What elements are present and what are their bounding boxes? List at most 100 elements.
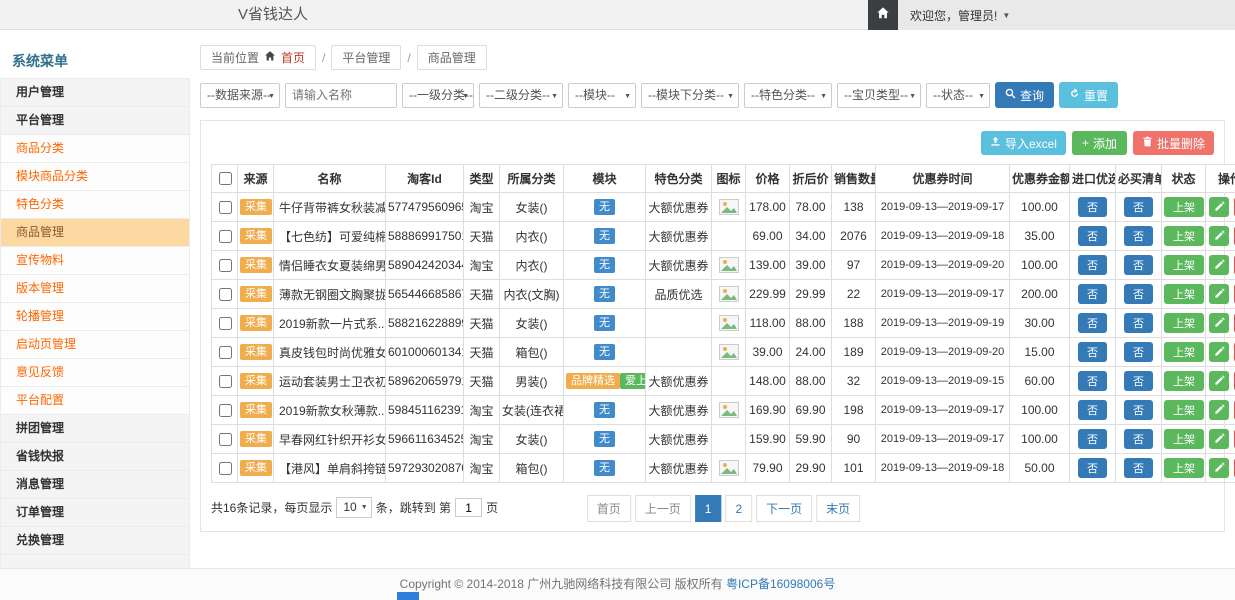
last-page-button[interactable]: 末页 [816, 495, 860, 522]
edit-button[interactable] [1209, 371, 1229, 391]
must-buy-toggle[interactable]: 否 [1124, 400, 1153, 420]
sidebar-item[interactable]: 版本管理 [0, 274, 190, 303]
sidebar-item[interactable]: 兑换管理 [0, 526, 190, 555]
edit-button[interactable] [1209, 284, 1229, 304]
status-button[interactable]: 上架 [1164, 342, 1204, 362]
filter-data-source[interactable]: --数据来源--▼ [200, 83, 280, 108]
filter-level2-category[interactable]: --二级分类--▼ [479, 83, 563, 108]
sidebar-item[interactable]: 用户管理 [0, 78, 190, 107]
status-button[interactable]: 上架 [1164, 197, 1204, 217]
row-checkbox[interactable] [219, 433, 232, 446]
main-content: 当前位置 首页 / 平台管理 / 商品管理 --数据来源--▼ --一级分类--… [200, 30, 1225, 532]
page-button-1[interactable]: 1 [695, 495, 722, 522]
search-button[interactable]: 查询 [995, 82, 1054, 108]
row-checkbox[interactable] [219, 375, 232, 388]
sidebar-item[interactable]: 拼团管理 [0, 414, 190, 443]
filter-feature-category[interactable]: --特色分类--▼ [744, 83, 832, 108]
import-excel-button[interactable]: 导入excel [981, 131, 1066, 155]
import-select-toggle[interactable]: 否 [1078, 284, 1107, 304]
must-buy-toggle[interactable]: 否 [1124, 313, 1153, 333]
sidebar-item[interactable]: 省钱快报 [0, 442, 190, 471]
sidebar-item[interactable]: 轮播管理 [0, 302, 190, 331]
sidebar-item[interactable]: 模块商品分类 [0, 162, 190, 191]
home-button[interactable] [868, 0, 898, 30]
row-checkbox[interactable] [219, 201, 232, 214]
filter-level1-category[interactable]: --一级分类--▼ [402, 83, 474, 108]
sidebar-item[interactable]: 宣传物料 [0, 246, 190, 275]
must-buy-toggle[interactable]: 否 [1124, 197, 1153, 217]
edit-button[interactable] [1209, 255, 1229, 275]
sidebar-item[interactable]: 商品分类 [0, 134, 190, 163]
sidebar-item[interactable]: 启动页管理 [0, 330, 190, 359]
edit-button[interactable] [1209, 342, 1229, 362]
edit-button[interactable] [1209, 458, 1229, 478]
status-button[interactable]: 上架 [1164, 371, 1204, 391]
status-button[interactable]: 上架 [1164, 313, 1204, 333]
add-button[interactable]: + 添加 [1072, 131, 1127, 155]
row-checkbox[interactable] [219, 346, 232, 359]
chevron-down-icon: ▼ [820, 85, 827, 108]
status-button[interactable]: 上架 [1164, 429, 1204, 449]
import-select-toggle[interactable]: 否 [1078, 255, 1107, 275]
page-jump-input[interactable] [455, 498, 482, 517]
must-buy-toggle[interactable]: 否 [1124, 342, 1153, 362]
import-select-toggle[interactable]: 否 [1078, 371, 1107, 391]
edit-button[interactable] [1209, 429, 1229, 449]
status-button[interactable]: 上架 [1164, 226, 1204, 246]
icp-link[interactable]: 粤ICP备16098006号 [726, 577, 835, 591]
import-select-toggle[interactable]: 否 [1078, 400, 1107, 420]
select-all-checkbox[interactable] [219, 172, 232, 185]
import-select-toggle[interactable]: 否 [1078, 342, 1107, 362]
row-checkbox[interactable] [219, 230, 232, 243]
row-checkbox[interactable] [219, 404, 232, 417]
filter-item-type[interactable]: --宝贝类型--▼ [837, 83, 921, 108]
first-page-button[interactable]: 首页 [587, 495, 631, 522]
edit-button[interactable] [1209, 226, 1229, 246]
status-button[interactable]: 上架 [1164, 255, 1204, 275]
must-buy-toggle[interactable]: 否 [1124, 371, 1153, 391]
filter-name-input[interactable] [285, 83, 397, 108]
status-button[interactable]: 上架 [1164, 400, 1204, 420]
breadcrumb-level1[interactable]: 平台管理 [331, 45, 401, 70]
filter-status[interactable]: --状态--▼ [926, 83, 990, 108]
user-menu[interactable]: 欢迎您，管理员! ▼ [910, 7, 1010, 24]
breadcrumb-home-link[interactable]: 首页 [281, 49, 305, 66]
row-checkbox[interactable] [219, 288, 232, 301]
status-button[interactable]: 上架 [1164, 284, 1204, 304]
edit-button[interactable] [1209, 400, 1229, 420]
next-page-button[interactable]: 下一页 [756, 495, 812, 522]
pencil-icon [1214, 316, 1225, 331]
must-buy-toggle[interactable]: 否 [1124, 458, 1153, 478]
sidebar-item[interactable]: 平台配置 [0, 386, 190, 415]
reset-button[interactable]: 重置 [1059, 82, 1118, 108]
sidebar-item[interactable]: 消息管理 [0, 470, 190, 499]
import-select-toggle[interactable]: 否 [1078, 313, 1107, 333]
import-select-toggle[interactable]: 否 [1078, 458, 1107, 478]
row-checkbox[interactable] [219, 259, 232, 272]
sidebar-item[interactable]: 意见反馈 [0, 358, 190, 387]
must-buy-toggle[interactable]: 否 [1124, 429, 1153, 449]
row-checkbox[interactable] [219, 317, 232, 330]
edit-button[interactable] [1209, 313, 1229, 333]
must-buy-toggle[interactable]: 否 [1124, 255, 1153, 275]
import-select-toggle[interactable]: 否 [1078, 226, 1107, 246]
batch-delete-button[interactable]: 批量删除 [1133, 131, 1214, 155]
sidebar-item[interactable]: 平台管理 [0, 106, 190, 135]
import-select-toggle[interactable]: 否 [1078, 429, 1107, 449]
import-select-toggle[interactable]: 否 [1078, 197, 1107, 217]
page-button-2[interactable]: 2 [725, 495, 752, 522]
status-button[interactable]: 上架 [1164, 458, 1204, 478]
prev-page-button[interactable]: 上一页 [635, 495, 691, 522]
edit-button[interactable] [1209, 197, 1229, 217]
sidebar-item[interactable]: 特色分类 [0, 190, 190, 219]
product-type: 淘宝 [464, 193, 500, 222]
sidebar-item[interactable]: 商品管理 [0, 218, 190, 247]
filter-module-sub[interactable]: --模块下分类--▼ [641, 83, 739, 108]
must-buy-toggle[interactable]: 否 [1124, 226, 1153, 246]
must-buy-toggle[interactable]: 否 [1124, 284, 1153, 304]
row-checkbox[interactable] [219, 462, 232, 475]
per-page-select[interactable]: 10▼ [336, 497, 371, 518]
filter-module[interactable]: --模块--▼ [568, 83, 636, 108]
sidebar-item[interactable]: 订单管理 [0, 498, 190, 527]
breadcrumb-level2[interactable]: 商品管理 [417, 45, 487, 70]
